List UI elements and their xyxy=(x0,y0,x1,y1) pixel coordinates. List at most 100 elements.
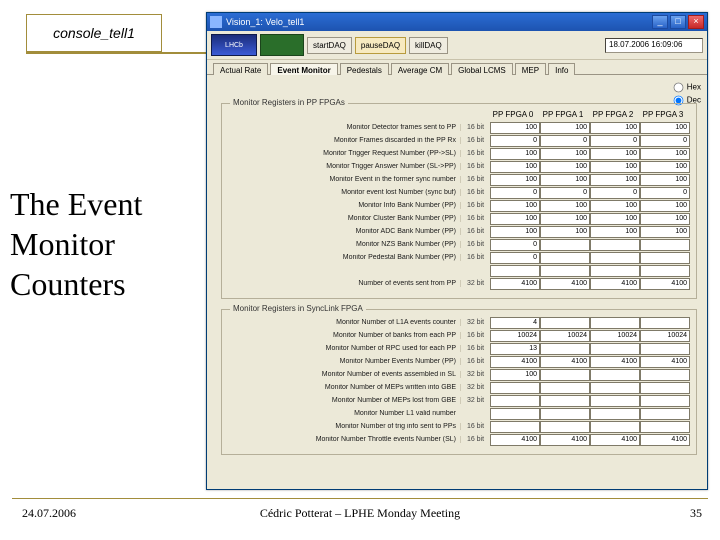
register-value[interactable]: 0 xyxy=(490,187,540,199)
tab-info[interactable]: Info xyxy=(548,63,575,75)
register-value[interactable]: 0 xyxy=(590,187,640,199)
register-value[interactable]: 10024 xyxy=(640,330,690,342)
register-value[interactable] xyxy=(490,395,540,407)
tab-pedestals[interactable]: Pedestals xyxy=(340,63,389,75)
register-value[interactable]: 0 xyxy=(490,239,540,251)
register-value[interactable]: 100 xyxy=(540,174,590,186)
register-value[interactable] xyxy=(490,408,540,420)
register-value[interactable] xyxy=(490,421,540,433)
register-value[interactable]: 100 xyxy=(590,174,640,186)
start-daq-button[interactable]: startDAQ xyxy=(307,37,352,54)
tab-global-lcms[interactable]: Global LCMS xyxy=(451,63,513,75)
register-value[interactable]: 100 xyxy=(540,200,590,212)
kill-daq-button[interactable]: killDAQ xyxy=(409,37,448,54)
register-value[interactable]: 100 xyxy=(640,161,690,173)
register-value[interactable] xyxy=(640,343,690,355)
register-value[interactable] xyxy=(490,265,540,277)
register-value[interactable] xyxy=(640,265,690,277)
register-value[interactable] xyxy=(640,395,690,407)
register-value[interactable]: 13 xyxy=(490,343,540,355)
register-value[interactable] xyxy=(640,421,690,433)
register-value[interactable] xyxy=(540,265,590,277)
register-value[interactable]: 0 xyxy=(640,187,690,199)
register-value[interactable]: 100 xyxy=(540,161,590,173)
register-value[interactable] xyxy=(540,239,590,251)
register-value[interactable] xyxy=(540,421,590,433)
register-value[interactable]: 10024 xyxy=(540,330,590,342)
register-value[interactable]: 100 xyxy=(590,161,640,173)
register-value[interactable]: 100 xyxy=(490,148,540,160)
tab-average-cm[interactable]: Average CM xyxy=(391,63,449,75)
register-value[interactable]: 4100 xyxy=(490,278,540,290)
register-value[interactable] xyxy=(590,252,640,264)
register-value[interactable]: 4100 xyxy=(640,434,690,446)
register-value[interactable] xyxy=(540,395,590,407)
register-value[interactable]: 4100 xyxy=(490,356,540,368)
titlebar[interactable]: Vision_1: Velo_tell1 _ □ × xyxy=(207,13,707,31)
register-value[interactable]: 4100 xyxy=(640,278,690,290)
register-value[interactable]: 100 xyxy=(540,148,590,160)
register-value[interactable]: 4100 xyxy=(590,434,640,446)
close-button[interactable]: × xyxy=(688,15,704,29)
register-value[interactable] xyxy=(540,317,590,329)
register-value[interactable]: 4 xyxy=(490,317,540,329)
register-value[interactable]: 100 xyxy=(590,148,640,160)
register-value[interactable]: 4100 xyxy=(590,356,640,368)
register-value[interactable] xyxy=(490,382,540,394)
register-value[interactable]: 100 xyxy=(540,213,590,225)
register-value[interactable] xyxy=(590,382,640,394)
register-value[interactable]: 0 xyxy=(490,252,540,264)
register-value[interactable]: 100 xyxy=(490,226,540,238)
tab-event-monitor[interactable]: Event Monitor xyxy=(270,63,337,75)
register-value[interactable]: 4100 xyxy=(590,278,640,290)
register-value[interactable]: 100 xyxy=(590,226,640,238)
register-value[interactable]: 100 xyxy=(540,122,590,134)
radio-hex[interactable]: Hex xyxy=(672,81,701,94)
register-value[interactable] xyxy=(640,239,690,251)
register-value[interactable]: 0 xyxy=(540,135,590,147)
register-value[interactable] xyxy=(590,421,640,433)
register-value[interactable]: 100 xyxy=(540,226,590,238)
register-value[interactable]: 0 xyxy=(590,135,640,147)
register-value[interactable]: 0 xyxy=(540,187,590,199)
register-value[interactable] xyxy=(640,408,690,420)
minimize-button[interactable]: _ xyxy=(652,15,668,29)
register-value[interactable] xyxy=(540,343,590,355)
register-value[interactable]: 100 xyxy=(490,213,540,225)
register-value[interactable]: 4100 xyxy=(540,278,590,290)
register-value[interactable] xyxy=(540,369,590,381)
register-value[interactable]: 100 xyxy=(590,200,640,212)
register-value[interactable]: 100 xyxy=(640,148,690,160)
register-value[interactable]: 100 xyxy=(640,122,690,134)
pause-daq-button[interactable]: pauseDAQ xyxy=(355,37,406,54)
register-value[interactable] xyxy=(540,382,590,394)
register-value[interactable]: 4100 xyxy=(640,356,690,368)
register-value[interactable] xyxy=(590,395,640,407)
tab-actual-rate[interactable]: Actual Rate xyxy=(213,63,268,75)
register-value[interactable]: 100 xyxy=(490,161,540,173)
register-value[interactable]: 100 xyxy=(490,369,540,381)
register-value[interactable] xyxy=(640,369,690,381)
register-value[interactable] xyxy=(590,408,640,420)
register-value[interactable]: 100 xyxy=(590,213,640,225)
register-value[interactable] xyxy=(540,252,590,264)
maximize-button[interactable]: □ xyxy=(670,15,686,29)
register-value[interactable] xyxy=(590,317,640,329)
register-value[interactable] xyxy=(590,343,640,355)
register-value[interactable]: 100 xyxy=(490,200,540,212)
register-value[interactable] xyxy=(540,408,590,420)
register-value[interactable]: 4100 xyxy=(540,356,590,368)
register-value[interactable] xyxy=(590,239,640,251)
register-value[interactable] xyxy=(640,252,690,264)
register-value[interactable]: 100 xyxy=(640,174,690,186)
register-value[interactable]: 100 xyxy=(640,226,690,238)
register-value[interactable]: 100 xyxy=(640,213,690,225)
register-value[interactable] xyxy=(590,265,640,277)
register-value[interactable]: 100 xyxy=(490,174,540,186)
register-value[interactable]: 0 xyxy=(640,135,690,147)
tab-mep[interactable]: MEP xyxy=(515,63,546,75)
register-value[interactable]: 0 xyxy=(490,135,540,147)
register-value[interactable]: 100 xyxy=(590,122,640,134)
register-value[interactable]: 10024 xyxy=(490,330,540,342)
register-value[interactable]: 100 xyxy=(490,122,540,134)
